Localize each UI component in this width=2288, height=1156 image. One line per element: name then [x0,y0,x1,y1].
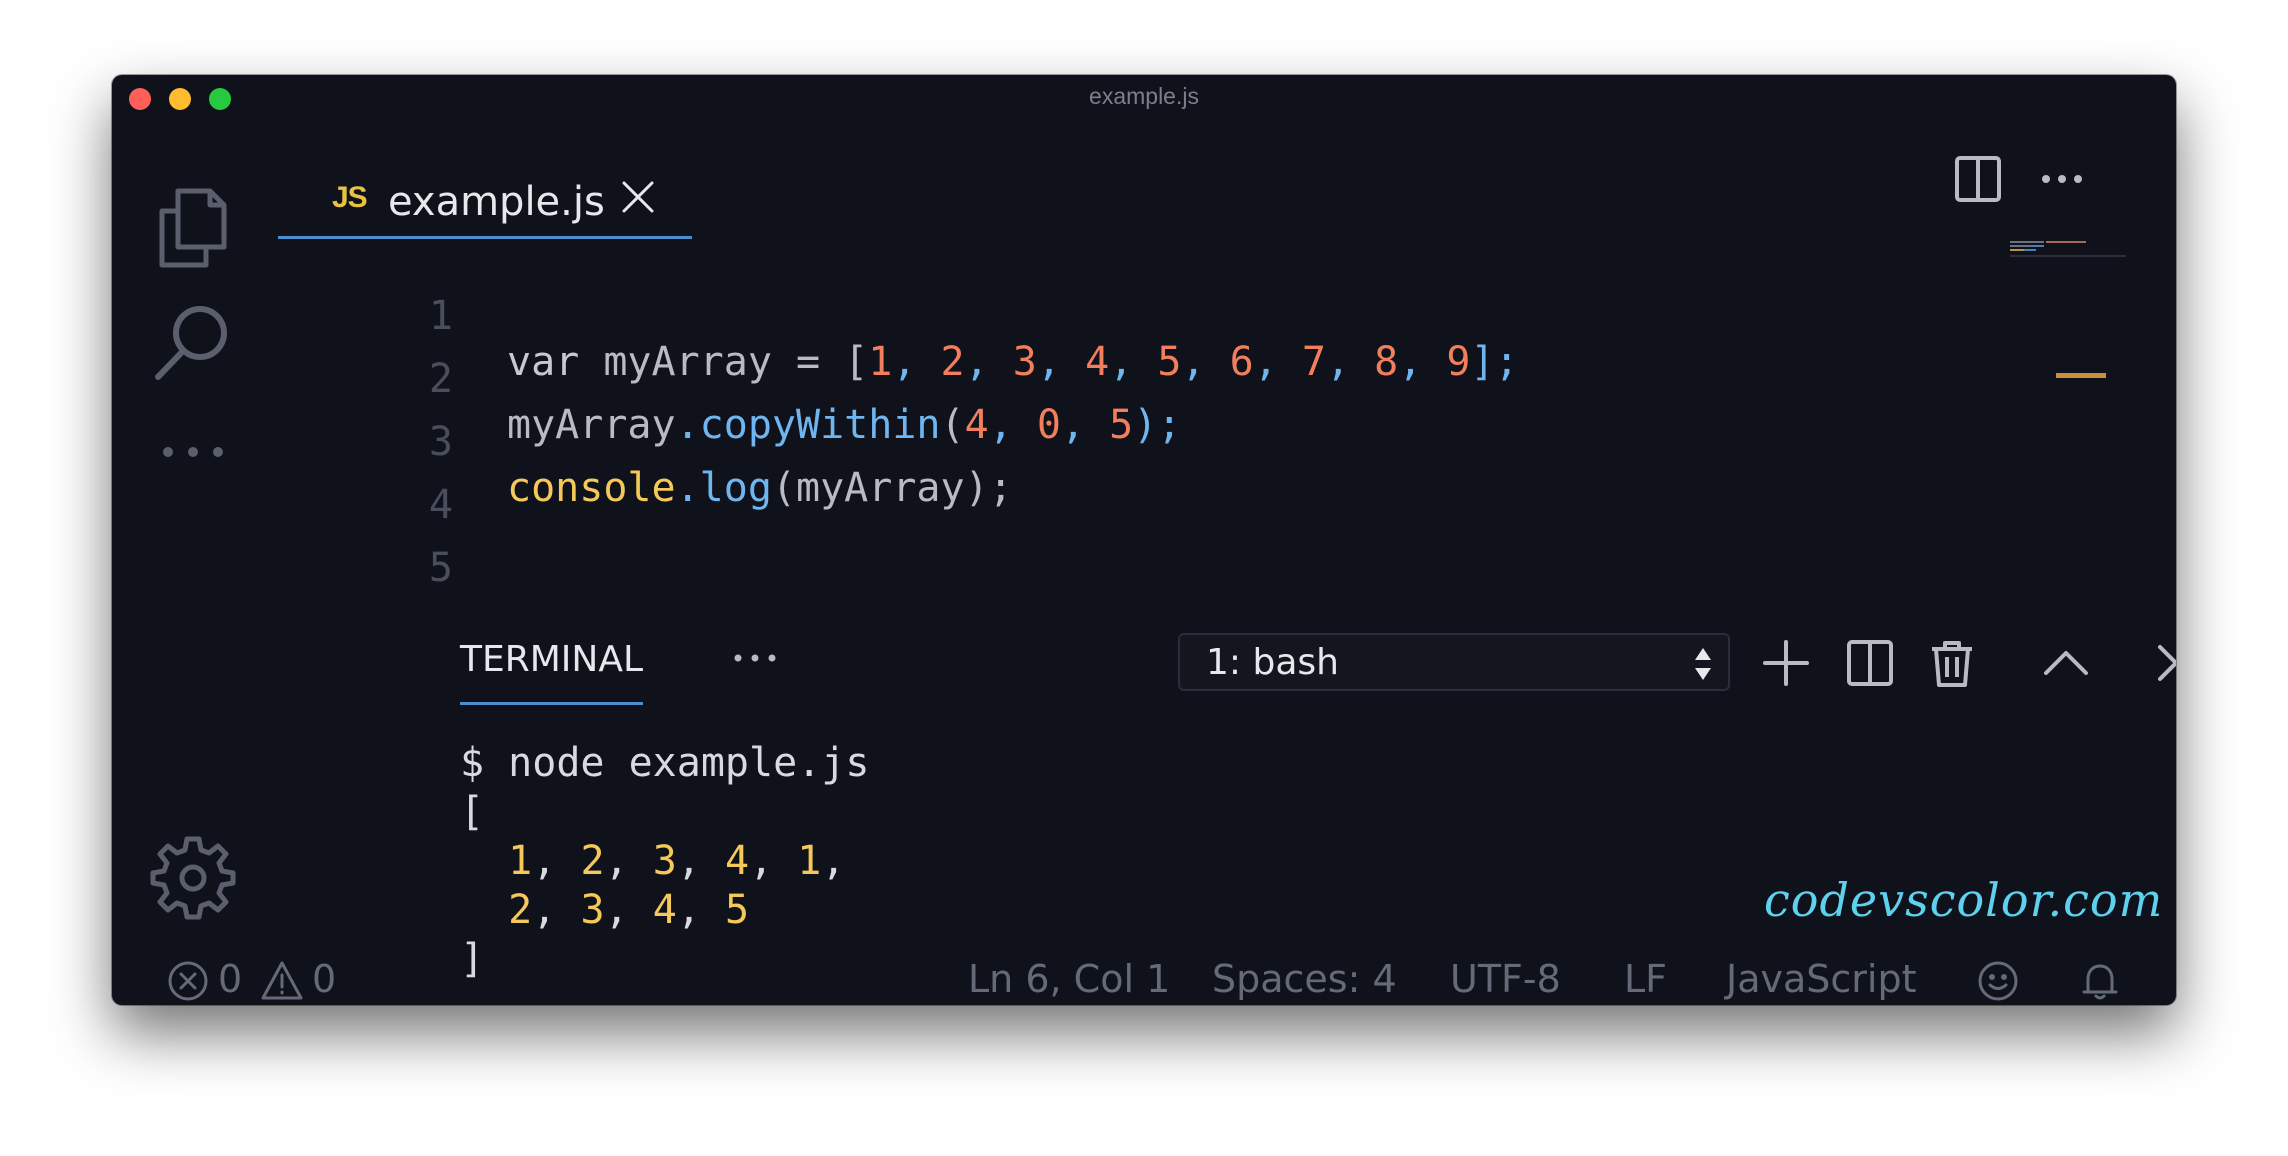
code-line: 1 var myArray = [1, 2, 3, 4, 5, 6, 7, 8,… [278,247,1519,385]
code-line: 3 console.log(myArray); [278,373,1013,511]
file-encoding[interactable]: UTF-8 [1450,957,1561,1001]
tab-filename: example.js [388,179,605,225]
activity-bar [112,121,282,951]
watermark: codevscolor.com [1764,873,2164,927]
terminal-select[interactable]: 1: bash [1178,633,1730,691]
close-panel-icon[interactable] [2148,635,2176,691]
code-text: console.log(myArray); [507,465,1013,511]
warning-count[interactable]: 0 [312,957,336,1001]
search-icon[interactable] [148,297,238,387]
select-arrows-icon [1692,644,1714,684]
code-text: myArray.copyWithin(4, 0, 5); [507,402,1182,448]
editor-window: example.js JS example.js 1 var myArray =… [112,75,2176,1005]
more-icon[interactable] [148,407,238,497]
indentation[interactable]: Spaces: 4 [1212,957,1397,1001]
new-terminal-icon[interactable] [1758,635,1814,691]
error-count[interactable]: 0 [218,957,242,1001]
feedback-smiley-icon[interactable] [1976,959,2020,1003]
terminal-line: [ [460,789,485,835]
title-bar: example.js [112,75,2176,121]
split-terminal-icon[interactable] [1842,635,1898,691]
warning-icon[interactable] [260,959,304,1003]
line-number: 5 [428,545,453,591]
files-icon[interactable] [148,181,238,271]
minimap[interactable] [2008,239,2128,259]
status-bar: 0 0 Ln 6, Col 1 Spaces: 4 UTF-8 LF JavaS… [112,951,2176,1005]
terminal-line: 1, 2, 3, 4, 1, [508,838,846,884]
panel-more-icon[interactable] [728,643,782,673]
more-actions-icon[interactable] [2034,151,2090,207]
code-line: 5 [278,499,453,591]
split-editor-icon[interactable] [1950,151,2006,207]
editor-tab-example-js[interactable]: JS example.js [278,155,692,239]
terminal-line: 2, 3, 4, 5 [508,887,750,933]
code-text: var myArray = [1, 2, 3, 4, 5, 6, 7, 8, 9… [507,339,1519,385]
terminal-output[interactable]: $ node example.js[ 1, 2, 3, 4, 1, 2, 3, … [460,739,869,984]
terminal-command: $ node example.js [460,740,870,786]
terminal-select-value: 1: bash [1206,642,1339,683]
code-line: 4 [278,436,453,528]
code-editor[interactable]: 1 var myArray = [1, 2, 3, 4, 5, 6, 7, 8,… [278,239,2078,599]
bell-icon[interactable] [2078,959,2122,1003]
code-line: 2 myArray.copyWithin(4, 0, 5); [278,310,1181,448]
kill-terminal-icon[interactable] [1924,635,1980,691]
tab-terminal[interactable]: TERMINAL [460,639,644,705]
cursor-position[interactable]: Ln 6, Col 1 [968,957,1170,1001]
settings-gear-icon[interactable] [148,833,238,923]
end-of-line[interactable]: LF [1624,957,1667,1001]
maximize-panel-icon[interactable] [2038,635,2094,691]
window-title: example.js [1089,83,1199,109]
close-icon[interactable] [618,177,658,217]
language-mode[interactable]: JavaScript [1726,957,1916,1001]
javascript-file-icon: JS [332,181,368,214]
scrollbar-cursor-marker [2056,373,2106,378]
error-icon[interactable] [166,959,210,1003]
